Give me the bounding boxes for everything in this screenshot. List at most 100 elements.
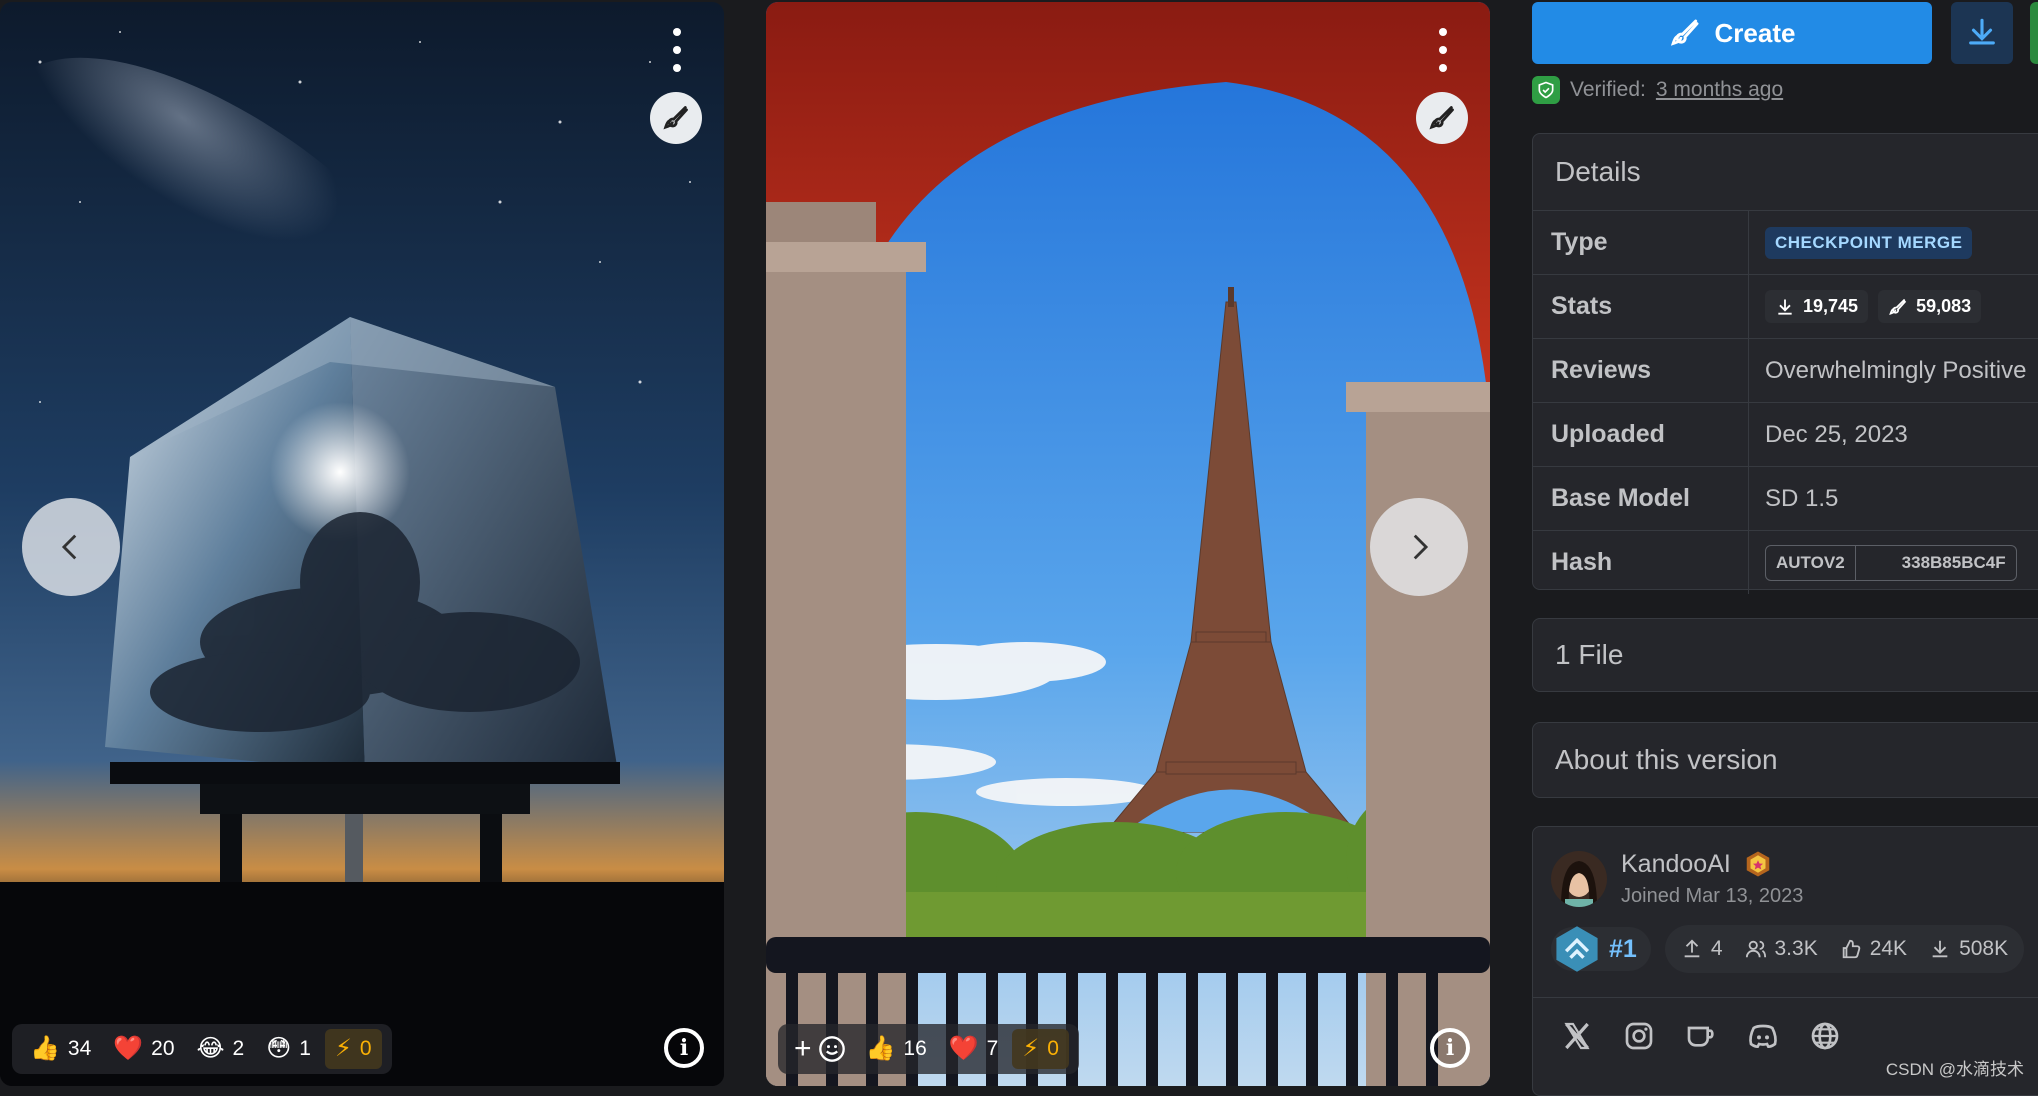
remix-brush-button[interactable] [1416, 92, 1468, 144]
creator-badge-icon [1746, 851, 1770, 877]
creator-rank[interactable]: #1 [1551, 926, 1651, 972]
gallery-image-card[interactable]: 👍 34 ❤️ 20 😂 2 😳 1 ⚡ 0 i [0, 2, 724, 1086]
create-button[interactable]: Create [1532, 2, 1932, 64]
creator-downloads-count: 508K [1959, 937, 2009, 960]
smiley-icon [818, 1036, 845, 1062]
detail-row-hash: Hash AUTOV2 338B85BC4F [1533, 531, 2038, 594]
shield-check-icon [1532, 76, 1560, 104]
reaction-like[interactable]: 👍 34 [22, 1029, 99, 1069]
verified-time-link[interactable]: 3 months ago [1656, 78, 1783, 102]
uploaded-date: Dec 25, 2023 [1765, 420, 1908, 448]
detail-key: Stats [1533, 275, 1749, 338]
heart-count: 20 [151, 1037, 175, 1060]
image-info-button[interactable]: i [664, 1028, 704, 1068]
heart-icon: ❤️ [113, 1035, 144, 1062]
detail-key: Type [1533, 211, 1749, 274]
chevron-left-icon [61, 534, 77, 560]
reaction-like[interactable]: 👍 16 [858, 1029, 935, 1069]
hash-copy-button[interactable]: AUTOV2 338B85BC4F [1765, 544, 2017, 581]
reaction-heart[interactable]: ❤️ 20 [105, 1029, 182, 1069]
download-icon [1778, 299, 1792, 315]
like-count: 16 [903, 1037, 927, 1060]
instagram-icon[interactable] [1623, 1020, 1655, 1052]
detail-row-type: Type CHECKPOINT MERGE [1533, 211, 2038, 275]
reaction-cry[interactable]: 😳 1 [258, 1029, 319, 1069]
type-badge: CHECKPOINT MERGE [1765, 226, 1973, 259]
gallery-image-card[interactable]: + 👍 16 ❤️ 7 ⚡ 0 i [766, 2, 1490, 1086]
hash-value: 338B85BC4F [1901, 552, 2006, 572]
carousel-next-button[interactable] [1370, 498, 1468, 596]
joined-date: Joined Mar 13, 2023 [1621, 885, 1804, 907]
laugh-count: 2 [232, 1037, 245, 1060]
detail-row-base-model: Base Model SD 1.5 [1533, 467, 2038, 531]
brush-icon [663, 106, 688, 130]
like-count: 34 [67, 1037, 92, 1060]
reaction-buzz[interactable]: ⚡ 0 [1012, 1029, 1069, 1069]
creator-name[interactable]: KandooAI [1621, 850, 1731, 879]
detail-key: Base Model [1533, 467, 1749, 530]
cry-count: 1 [299, 1037, 311, 1060]
detail-key: Uploaded [1533, 403, 1749, 466]
avatar[interactable] [1551, 850, 1607, 907]
creator-stats: 4 3.3K 24K 508K [1664, 925, 2025, 973]
base-model-value: SD 1.5 [1765, 484, 1839, 512]
files-accordion[interactable]: 1 File [1532, 618, 2038, 692]
detail-key: Reviews [1533, 339, 1749, 402]
downloads-count: 19,745 [1803, 296, 1859, 316]
likes-count: 24K [1869, 937, 1908, 960]
thumbs-up-icon: 👍 [30, 1035, 60, 1062]
kofi-cup-icon[interactable] [1685, 1020, 1717, 1052]
download-icon [1932, 940, 1948, 958]
files-title: 1 File [1555, 639, 1624, 670]
watermark: CSDN @水滴技术 [1885, 1060, 2024, 1079]
detail-row-uploaded: Uploaded Dec 25, 2023 [1533, 403, 2038, 467]
carousel-prev-button[interactable] [22, 498, 120, 596]
heart-count: 7 [986, 1037, 999, 1060]
plus-icon: + [794, 1032, 812, 1065]
reaction-laugh[interactable]: 😂 2 [189, 1029, 253, 1069]
chevron-right-icon [1413, 534, 1429, 560]
reaction-heart[interactable]: ❤️ 7 [941, 1029, 1007, 1069]
rank-number: #1 [1609, 934, 1637, 963]
followers-stat: 3.3K [1745, 937, 1818, 961]
download-button[interactable] [1951, 2, 2013, 64]
generations-stat: 59,083 [1878, 290, 1982, 323]
thumbs-up-icon [1842, 939, 1860, 959]
partial-action-button[interactable] [2030, 2, 2038, 64]
remix-brush-button[interactable] [650, 92, 702, 144]
lightning-icon: ⚡ [1022, 1035, 1040, 1062]
brush-icon [1429, 106, 1454, 130]
uploads-stat: 4 [1681, 937, 1723, 961]
detail-row-stats: Stats 19,745 59,083 [1533, 275, 2038, 339]
buzz-count: 0 [359, 1037, 372, 1060]
globe-icon[interactable] [1809, 1020, 1841, 1052]
brush-icon [1889, 298, 1907, 315]
reviews-link[interactable]: Overwhelmingly Positive [1749, 339, 2038, 402]
image-info-button[interactable]: i [1430, 1028, 1470, 1068]
heart-icon: ❤️ [948, 1035, 979, 1062]
reaction-bar: + 👍 16 ❤️ 7 ⚡ 0 [778, 1024, 1079, 1074]
card-menu-kebab-icon[interactable] [664, 28, 690, 72]
laugh-icon: 😂 [196, 1035, 225, 1062]
verified-status: Verified: 3 months ago [1532, 76, 1783, 104]
details-title: Details [1533, 134, 2038, 211]
create-label: Create [1714, 17, 1796, 48]
discord-icon[interactable] [1747, 1020, 1779, 1052]
followers-count: 3.3K [1774, 937, 1818, 960]
rank-hexagon-icon [1556, 926, 1598, 972]
details-panel: Details Type CHECKPOINT MERGE Stats 19,7… [1532, 133, 2038, 594]
uploads-count: 4 [1710, 937, 1723, 960]
hash-algorithm[interactable]: AUTOV2 [1766, 545, 1856, 580]
users-icon [1745, 940, 1766, 958]
reaction-bar: 👍 34 ❤️ 20 😂 2 😳 1 ⚡ 0 [12, 1024, 392, 1074]
about-title: About this version [1555, 744, 1778, 775]
buzz-count: 0 [1047, 1037, 1059, 1060]
card-menu-kebab-icon[interactable] [1430, 28, 1456, 72]
about-version-accordion[interactable]: About this version [1532, 722, 2038, 798]
reaction-buzz[interactable]: ⚡ 0 [324, 1029, 382, 1069]
downloads-stat: 19,745 [1765, 290, 1869, 323]
x-twitter-icon[interactable] [1561, 1020, 1593, 1052]
add-reaction-button[interactable]: + [788, 1032, 852, 1066]
detail-row-reviews: Reviews Overwhelmingly Positive [1533, 339, 2038, 403]
lightning-icon: ⚡ [334, 1035, 352, 1062]
